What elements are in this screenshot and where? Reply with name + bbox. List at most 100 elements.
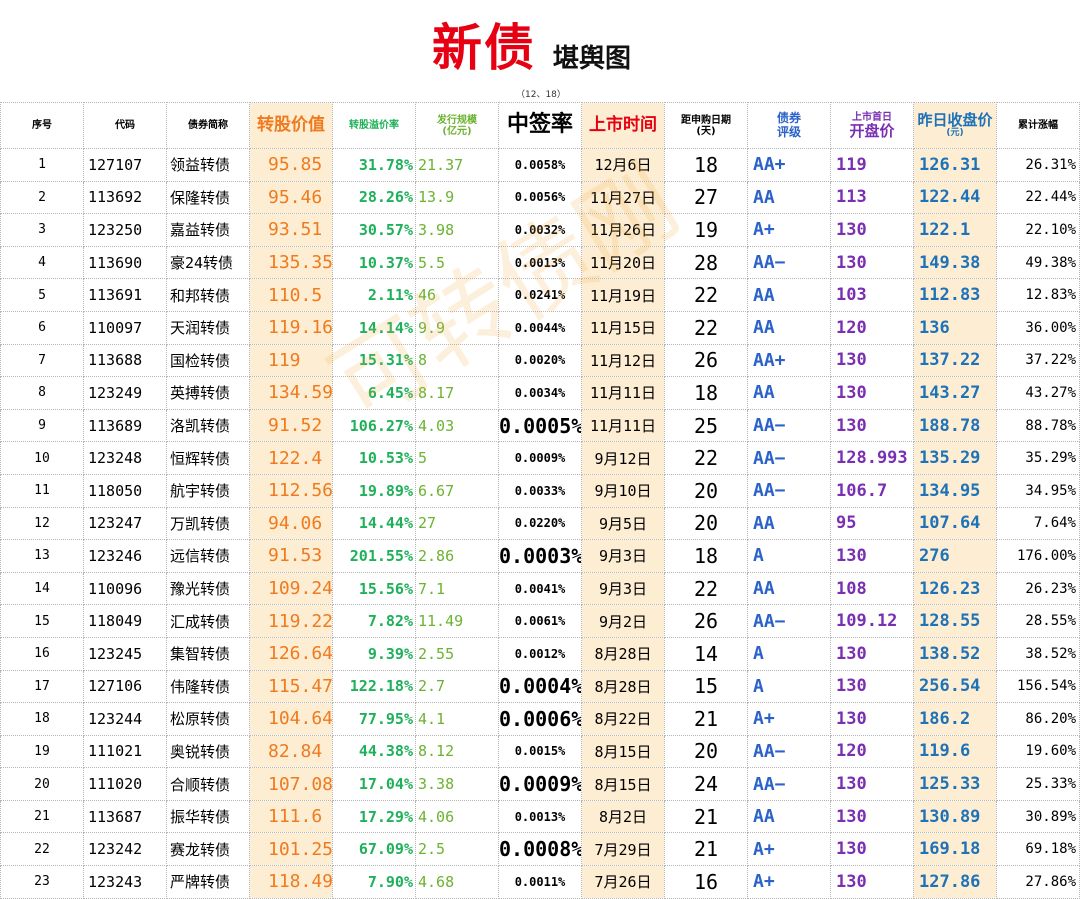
cell-open-price: 130 bbox=[830, 408, 914, 443]
cell-name: 洛凯转债 bbox=[166, 408, 250, 443]
cell-days: 22 bbox=[664, 571, 748, 606]
cell-days: 22 bbox=[664, 310, 748, 345]
cell-close-price: 112.83 bbox=[913, 278, 997, 312]
cell-winning-rate: 0.0032% bbox=[498, 213, 582, 247]
cell-issue-scale: 27 bbox=[415, 506, 499, 541]
cell-gain: 30.89% bbox=[996, 799, 1080, 834]
cell-winning-rate: 0.0058% bbox=[498, 148, 582, 182]
header-gain: 累计涨幅 bbox=[996, 102, 1080, 149]
cell-gain: 19.60% bbox=[996, 734, 1080, 769]
cell-days: 21 bbox=[664, 702, 748, 736]
cell-listing-date: 9月2日 bbox=[581, 604, 665, 638]
cell-code: 113691 bbox=[83, 278, 167, 312]
cell-close-price: 138.52 bbox=[913, 636, 997, 671]
cell-gain: 86.20% bbox=[996, 702, 1080, 736]
cell-issue-scale: 11.49 bbox=[415, 604, 499, 638]
cell-issue-scale: 4.68 bbox=[415, 865, 499, 899]
cell-gain: 38.52% bbox=[996, 636, 1080, 671]
table-row: 15 118049 汇成转债 119.22 7.82% 11.49 0.0061% 9月2日 2… bbox=[0, 604, 1080, 638]
cell-code: 123249 bbox=[83, 376, 167, 410]
table-row: 12 123247 万凯转债 94.06 14.44% 27 0.0220% 9月5日 20 AA… bbox=[0, 506, 1080, 541]
cell-issue-scale: 2.55 bbox=[415, 636, 499, 671]
cell-name: 远信转债 bbox=[166, 539, 250, 573]
cell-code: 123243 bbox=[83, 865, 167, 899]
cell-close-price: 135.29 bbox=[913, 441, 997, 475]
cell-rating: AA+ bbox=[747, 148, 831, 182]
cell-conversion-value: 115.47 bbox=[249, 669, 333, 704]
cell-open-price: 130 bbox=[830, 376, 914, 410]
cell-rating: AA bbox=[747, 180, 831, 215]
cell-premium-rate: 14.14% bbox=[332, 310, 416, 345]
page-subtitle: 堪舆图 bbox=[553, 44, 632, 74]
cell-listing-date: 11月27日 bbox=[581, 180, 665, 215]
cell-close-price: 149.38 bbox=[913, 245, 997, 280]
cell-rating: AA− bbox=[747, 441, 831, 475]
cell-code: 113688 bbox=[83, 343, 167, 378]
cell-issue-scale: 2.7 bbox=[415, 669, 499, 704]
cell-name: 振华转债 bbox=[166, 799, 250, 834]
cell-conversion-value: 109.24 bbox=[249, 571, 333, 606]
cell-conversion-value: 107.08 bbox=[249, 767, 333, 801]
cell-index: 4 bbox=[0, 245, 84, 280]
cell-listing-date: 8月15日 bbox=[581, 767, 665, 801]
cell-name: 恒辉转债 bbox=[166, 441, 250, 475]
cell-close-price: 126.31 bbox=[913, 148, 997, 182]
cell-gain: 176.00% bbox=[996, 539, 1080, 573]
cell-winning-rate: 0.0220% bbox=[498, 506, 582, 541]
cell-premium-rate: 106.27% bbox=[332, 408, 416, 443]
cell-code: 123250 bbox=[83, 213, 167, 247]
cell-issue-scale: 2.5 bbox=[415, 832, 499, 867]
cell-listing-date: 7月26日 bbox=[581, 865, 665, 899]
cell-days: 21 bbox=[664, 799, 748, 834]
cell-winning-rate: 0.0006% bbox=[498, 702, 582, 736]
cell-rating: AA bbox=[747, 571, 831, 606]
cell-premium-rate: 30.57% bbox=[332, 213, 416, 247]
header-close-line2: (元) bbox=[946, 127, 964, 138]
cell-gain: 49.38% bbox=[996, 245, 1080, 280]
cell-index: 7 bbox=[0, 343, 84, 378]
cell-conversion-value: 118.49 bbox=[249, 865, 333, 899]
cell-listing-date: 11月11日 bbox=[581, 408, 665, 443]
cell-close-price: 136 bbox=[913, 310, 997, 345]
header-open-line2: 开盘价 bbox=[849, 121, 895, 140]
cell-premium-rate: 6.45% bbox=[332, 376, 416, 410]
cell-name: 国检转债 bbox=[166, 343, 250, 378]
cell-winning-rate: 0.0061% bbox=[498, 604, 582, 638]
cell-conversion-value: 82.84 bbox=[249, 734, 333, 769]
cell-open-price: 130 bbox=[830, 865, 914, 899]
cell-name: 嘉益转债 bbox=[166, 213, 250, 247]
cell-premium-rate: 28.26% bbox=[332, 180, 416, 215]
cell-close-price: 256.54 bbox=[913, 669, 997, 704]
cell-gain: 35.29% bbox=[996, 441, 1080, 475]
cell-gain: 28.55% bbox=[996, 604, 1080, 638]
cell-open-price: 108 bbox=[830, 571, 914, 606]
cell-days: 20 bbox=[664, 473, 748, 508]
cell-gain: 27.86% bbox=[996, 865, 1080, 899]
cell-close-price: 188.78 bbox=[913, 408, 997, 443]
header-rating-line1: 债券 bbox=[776, 111, 801, 126]
cell-index: 6 bbox=[0, 310, 84, 345]
cell-days: 16 bbox=[664, 865, 748, 899]
cell-rating: AA− bbox=[747, 473, 831, 508]
cell-rating: AA bbox=[747, 376, 831, 410]
cell-name: 汇成转债 bbox=[166, 604, 250, 638]
cell-premium-rate: 67.09% bbox=[332, 832, 416, 867]
cell-close-price: 169.18 bbox=[913, 832, 997, 867]
cell-listing-date: 8月28日 bbox=[581, 669, 665, 704]
cell-open-price: 130 bbox=[830, 702, 914, 736]
cell-listing-date: 9月5日 bbox=[581, 506, 665, 541]
cell-issue-scale: 4.06 bbox=[415, 799, 499, 834]
cell-rating: A bbox=[747, 669, 831, 704]
table-row: 18 123244 松原转债 104.64 77.95% 4.1 0.0006% 8月22日 2… bbox=[0, 702, 1080, 736]
cell-winning-rate: 0.0020% bbox=[498, 343, 582, 378]
cell-name: 豪24转债 bbox=[166, 245, 250, 280]
cell-open-price: 130 bbox=[830, 213, 914, 247]
bond-table: 序号 代码 债券简称 转股价值 转股溢价率 发行规模 (亿元) 中签率 上市时间… bbox=[0, 102, 1080, 899]
table-row: 8 123249 英搏转债 134.59 6.45% 8.17 0.0034% 11月11日 1… bbox=[0, 376, 1080, 410]
cell-code: 113689 bbox=[83, 408, 167, 443]
table-row: 7 113688 国检转债 119 15.31% 8 0.0020% 11月12日 26 AA+ 1… bbox=[0, 343, 1080, 378]
cell-index: 18 bbox=[0, 702, 84, 736]
cell-premium-rate: 31.78% bbox=[332, 148, 416, 182]
cell-days: 28 bbox=[664, 245, 748, 280]
cell-days: 19 bbox=[664, 213, 748, 247]
